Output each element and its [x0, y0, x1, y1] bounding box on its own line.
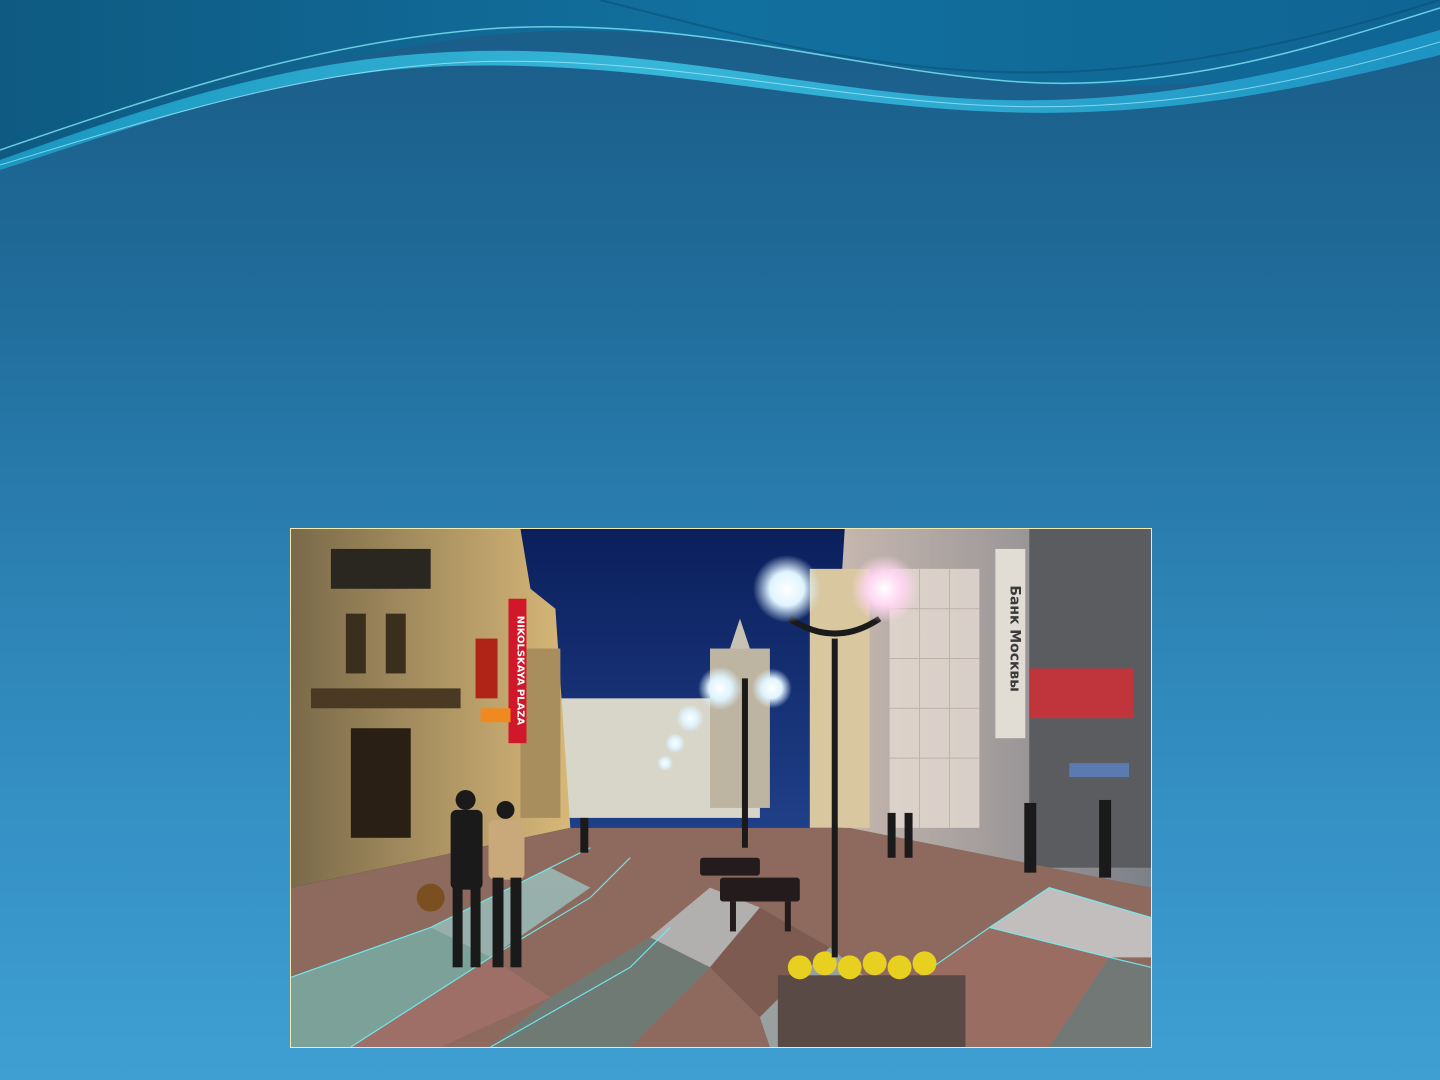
plaza-sign: NIKOLSKAYA PLAZA: [514, 616, 525, 726]
street-photo-illustration: NIKOLSKAYA PLAZA Банк Москвы: [291, 529, 1151, 1047]
bank-sign: Банк Москвы: [1006, 585, 1022, 691]
street-photo: NIKOLSKAYA PLAZA Банк Москвы: [290, 528, 1152, 1048]
header-wave: [0, 0, 1440, 170]
slide: NIKOLSKAYA PLAZA Банк Москвы: [0, 0, 1440, 1080]
